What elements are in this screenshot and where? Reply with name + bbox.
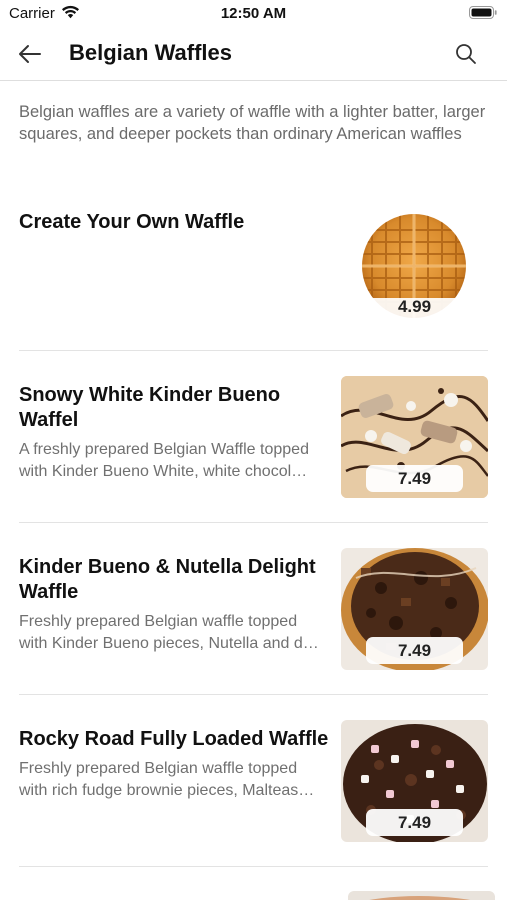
category-description: Belgian waffles are a variety of waffle …	[19, 103, 486, 143]
item-price: 7.49	[366, 465, 463, 492]
item-name: Kinder Bueno & Nutella Delight Waffle	[19, 556, 316, 603]
waffle-photo	[348, 891, 495, 900]
page-title: Belgian Waffles	[69, 40, 232, 65]
menu-item-create-your-own[interactable]: Create Your Own Waffle 4.99	[19, 210, 488, 340]
item-description-line: Freshly prepared Belgian waffle topped	[19, 613, 298, 630]
item-name: Snowy White Kinder Bueno Waffel	[19, 384, 281, 431]
item-name: Create Your Own Waffle	[19, 211, 245, 233]
item-price: 7.49	[366, 637, 463, 664]
item-description-line: with rich fudge brownie pieces, Malteas…	[19, 782, 315, 799]
menu-item-kinder-bueno-nutella[interactable]: Kinder Bueno & Nutella Delight Waffle Fr…	[19, 548, 488, 679]
item-description: Freshly prepared Belgian waffle topped w…	[19, 611, 337, 655]
item-description-line: with Kinder Bueno pieces, Nutella and d…	[19, 635, 319, 652]
divider	[19, 694, 488, 695]
item-description-line: Freshly prepared Belgian waffle topped	[19, 760, 298, 777]
item-price: 7.49	[366, 809, 463, 836]
item-image: 7.49	[341, 548, 488, 670]
divider	[19, 350, 488, 351]
navigation-bar: Belgian Waffles	[0, 28, 507, 81]
status-bar: Carrier 12:50 AM	[0, 0, 507, 28]
back-button[interactable]	[12, 38, 48, 70]
search-icon	[456, 44, 476, 64]
item-image-partial[interactable]	[348, 891, 495, 900]
item-description: Freshly prepared Belgian waffle topped w…	[19, 758, 337, 802]
search-button[interactable]	[451, 39, 481, 69]
clock: 12:50 AM	[220, 5, 287, 22]
divider	[19, 866, 488, 867]
item-description: A freshly prepared Belgian Waffle topped…	[19, 439, 337, 483]
item-image: 7.49	[341, 376, 488, 498]
menu-item-rocky-road[interactable]: Rocky Road Fully Loaded Waffle Freshly p…	[19, 720, 488, 851]
item-description-line: with Kinder Bueno White, white chocol…	[19, 463, 308, 480]
waffle-image	[362, 214, 466, 340]
item-name: Rocky Road Fully Loaded Waffle	[19, 728, 329, 750]
battery-icon	[469, 6, 497, 19]
item-description-line: A freshly prepared Belgian Waffle topped	[19, 441, 309, 458]
item-image: 4.99	[341, 210, 488, 340]
menu-item-snowy-white-kinder-bueno[interactable]: Snowy White Kinder Bueno Waffel A freshl…	[19, 376, 488, 507]
item-image: 7.49	[341, 720, 488, 842]
divider	[19, 522, 488, 523]
item-price: 4.99	[397, 297, 432, 316]
arrow-left-icon	[19, 45, 41, 63]
